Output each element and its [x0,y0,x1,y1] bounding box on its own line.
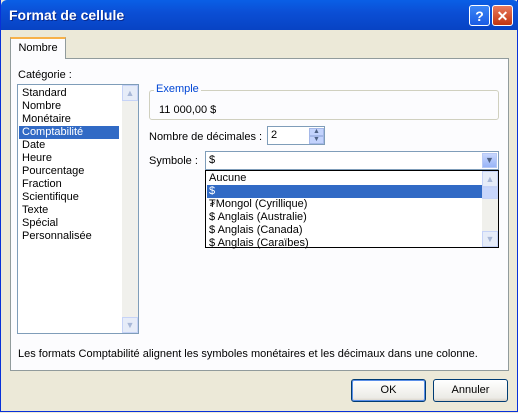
category-item-pourcentage[interactable]: Pourcentage [19,165,119,178]
category-item-special[interactable]: Spécial [19,217,119,230]
scroll-up-icon[interactable]: ▲ [122,85,138,101]
symbol-value: $ [209,154,216,166]
category-item-date[interactable]: Date [19,139,119,152]
help-button[interactable]: ? [469,5,490,26]
symbol-option[interactable]: ₮Mongol (Cyrillique) [207,198,483,211]
scroll-down-icon[interactable]: ▼ [482,231,498,247]
category-item-monetaire[interactable]: Monétaire [19,113,119,126]
symbol-label: Symbole : [149,155,198,167]
category-item-texte[interactable]: Texte [19,204,119,217]
sample-value: 11 000,00 $ [159,104,217,116]
category-item-scientifique[interactable]: Scientifique [19,191,119,204]
tab-nombre[interactable]: Nombre [10,37,66,59]
category-item-heure[interactable]: Heure [19,152,119,165]
category-item-personnalisee[interactable]: Personnalisée [19,230,119,243]
symbol-option[interactable]: $ Anglais (Caraïbes) [207,237,483,250]
decimals-stepper[interactable]: 2 ▲ ▼ [267,126,325,145]
category-item-nombre[interactable]: Nombre [19,100,119,113]
symbol-dropdown-list[interactable]: Aucune $ ₮Mongol (Cyrillique) $ Anglais … [205,170,499,250]
sample-label: Exemple [154,83,201,95]
symbol-select[interactable]: $ ▼ [205,151,499,170]
cancel-button[interactable]: Annuler [433,379,508,402]
decimals-label: Nombre de décimales : [149,131,263,143]
ok-button[interactable]: OK [351,379,426,402]
scroll-down-icon[interactable]: ▼ [122,317,138,333]
category-item-standard[interactable]: Standard [19,87,119,100]
symbol-option[interactable]: Aucune [207,172,483,185]
close-button[interactable]: ✕ [492,5,513,26]
dialog-title: Format de cellule [9,7,125,23]
category-scrollbar[interactable]: ▲ ▼ [122,85,138,333]
category-label: Catégorie : [18,69,72,81]
category-list[interactable]: Standard Nombre Monétaire Comptabilité D… [17,84,139,334]
scroll-thumb[interactable] [482,187,498,199]
spin-down-icon[interactable]: ▼ [309,136,324,144]
symbol-option[interactable]: $ [207,185,483,198]
symbol-scrollbar[interactable]: ▲ ▼ [482,171,498,247]
chevron-down-icon[interactable]: ▼ [482,153,497,168]
category-item-fraction[interactable]: Fraction [19,178,119,191]
scroll-up-icon[interactable]: ▲ [482,171,498,187]
decimals-value[interactable]: 2 [271,129,277,141]
symbol-option[interactable]: $ Anglais (Australie) [207,211,483,224]
category-item-comptabilite[interactable]: Comptabilité [19,126,119,139]
symbol-option[interactable]: $ Anglais (Canada) [207,224,483,237]
format-description: Les formats Comptabilité alignent les sy… [18,348,478,360]
title-bar[interactable]: Format de cellule ? ✕ [1,0,518,30]
spin-up-icon[interactable]: ▲ [309,128,324,136]
dialog-window: Format de cellule ? ✕ Nombre Catégorie :… [0,0,518,412]
